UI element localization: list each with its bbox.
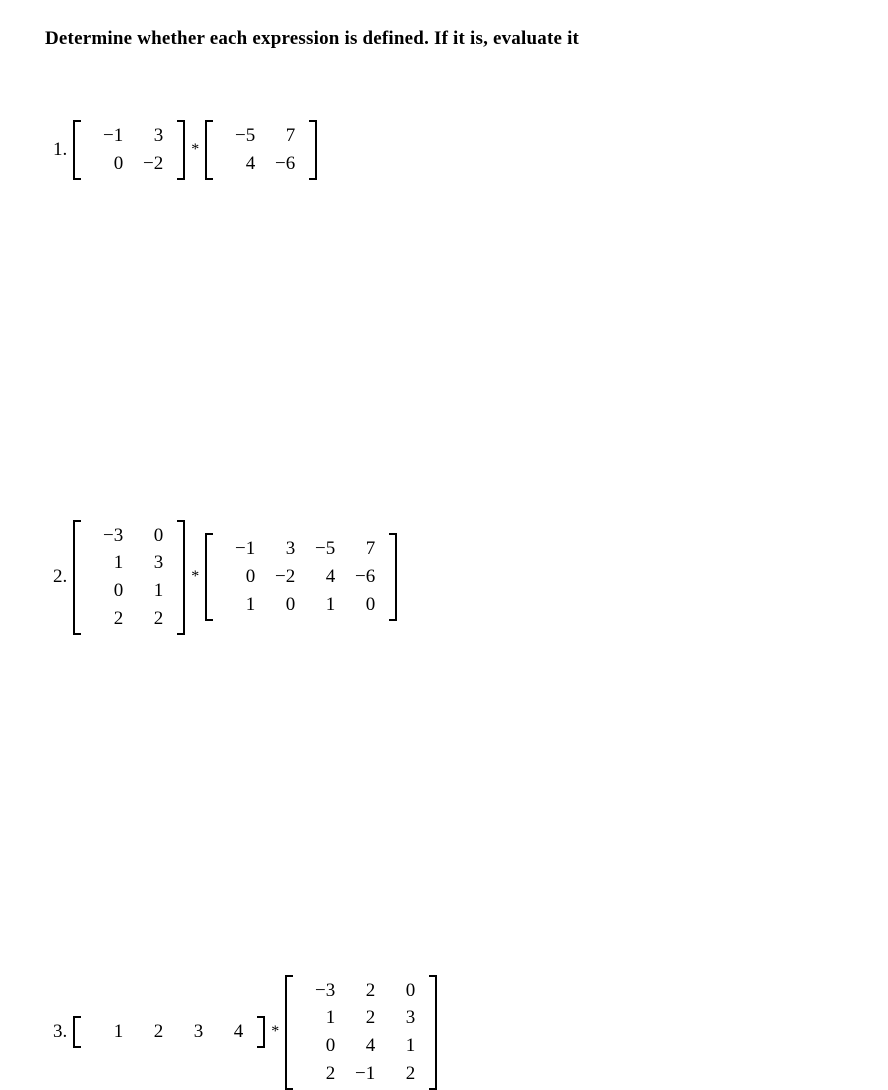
matrix-cell: 0 [301, 1034, 341, 1058]
matrix-cell: 7 [261, 124, 301, 148]
matrix-cell: −1 [341, 1062, 381, 1086]
matrix-cell: 0 [129, 524, 169, 548]
matrix-left: −30130122 [73, 520, 185, 635]
problem-1: 1. −130−2 * −574−6 [53, 120, 843, 180]
matrix-cell: −5 [221, 124, 261, 148]
matrix-cell: 4 [341, 1034, 381, 1058]
matrix-cell: 1 [301, 593, 341, 617]
expression: −30130122 * −13−570−24−61010 [73, 520, 397, 635]
bracket-right-icon [429, 975, 437, 1090]
bracket-right-icon [177, 520, 185, 635]
problem-3: 3. 1234 * −3201230412−12 [53, 975, 843, 1090]
matrix-cell: 2 [341, 1006, 381, 1030]
matrix-cell: 3 [169, 1020, 209, 1044]
bracket-left-icon [73, 520, 81, 635]
matrix-cell: 1 [89, 1020, 129, 1044]
matrix-cell: −1 [221, 537, 261, 561]
matrix-cell: 1 [89, 551, 129, 575]
matrix-cell: 1 [381, 1034, 421, 1058]
matrix-cell: 4 [301, 565, 341, 589]
matrix-cell: 2 [301, 1062, 341, 1086]
matrix-cell: 4 [221, 152, 261, 176]
bracket-right-icon [257, 1016, 265, 1048]
matrix-cell: 1 [221, 593, 261, 617]
matrix-cell: 4 [209, 1020, 249, 1044]
bracket-right-icon [177, 120, 185, 180]
bracket-left-icon [285, 975, 293, 1090]
matrix-cell: −2 [129, 152, 169, 176]
matrix-cell: 3 [129, 124, 169, 148]
expression: −130−2 * −574−6 [73, 120, 317, 180]
matrix-right: −574−6 [205, 120, 317, 180]
bracket-right-icon [389, 533, 397, 620]
matrix-cell: 0 [381, 979, 421, 1003]
bracket-left-icon [73, 120, 81, 180]
expression: 1234 * −3201230412−12 [73, 975, 437, 1090]
matrix-cell: 0 [89, 579, 129, 603]
matrix-cell: 3 [261, 537, 301, 561]
matrix-cell: −1 [89, 124, 129, 148]
matrix-left: −130−2 [73, 120, 185, 180]
matrix-cell: 0 [261, 593, 301, 617]
matrix-cell: 3 [381, 1006, 421, 1030]
problem-2: 2. −30130122 * −13−570−24−61010 [53, 520, 843, 635]
matrix-cell: 1 [129, 579, 169, 603]
bracket-left-icon [73, 1016, 81, 1048]
matrix-cell: −6 [341, 565, 381, 589]
problem-number: 3. [53, 1021, 67, 1043]
problem-number: 1. [53, 139, 67, 161]
multiply-icon: * [271, 1023, 279, 1041]
matrix-cell: 0 [221, 565, 261, 589]
matrix-cell: 0 [89, 152, 129, 176]
bracket-left-icon [205, 533, 213, 620]
matrix-cell: 2 [89, 607, 129, 631]
matrix-cell: −6 [261, 152, 301, 176]
matrix-cell: −2 [261, 565, 301, 589]
matrix-cell: 1 [301, 1006, 341, 1030]
page-title: Determine whether each expression is def… [45, 28, 843, 50]
matrix-cell: −5 [301, 537, 341, 561]
matrix-cell: 0 [341, 593, 381, 617]
multiply-icon: * [191, 568, 199, 586]
matrix-left: 1234 [73, 1016, 265, 1048]
matrix-cell: −3 [89, 524, 129, 548]
matrix-cell: 2 [129, 607, 169, 631]
matrix-cell: −3 [301, 979, 341, 1003]
matrix-right: −3201230412−12 [285, 975, 437, 1090]
multiply-icon: * [191, 141, 199, 159]
matrix-cell: 2 [129, 1020, 169, 1044]
matrix-cell: 3 [129, 551, 169, 575]
matrix-right: −13−570−24−61010 [205, 533, 397, 620]
bracket-right-icon [309, 120, 317, 180]
matrix-cell: 2 [341, 979, 381, 1003]
problem-number: 2. [53, 566, 67, 588]
bracket-left-icon [205, 120, 213, 180]
matrix-cell: 2 [381, 1062, 421, 1086]
matrix-cell: 7 [341, 537, 381, 561]
